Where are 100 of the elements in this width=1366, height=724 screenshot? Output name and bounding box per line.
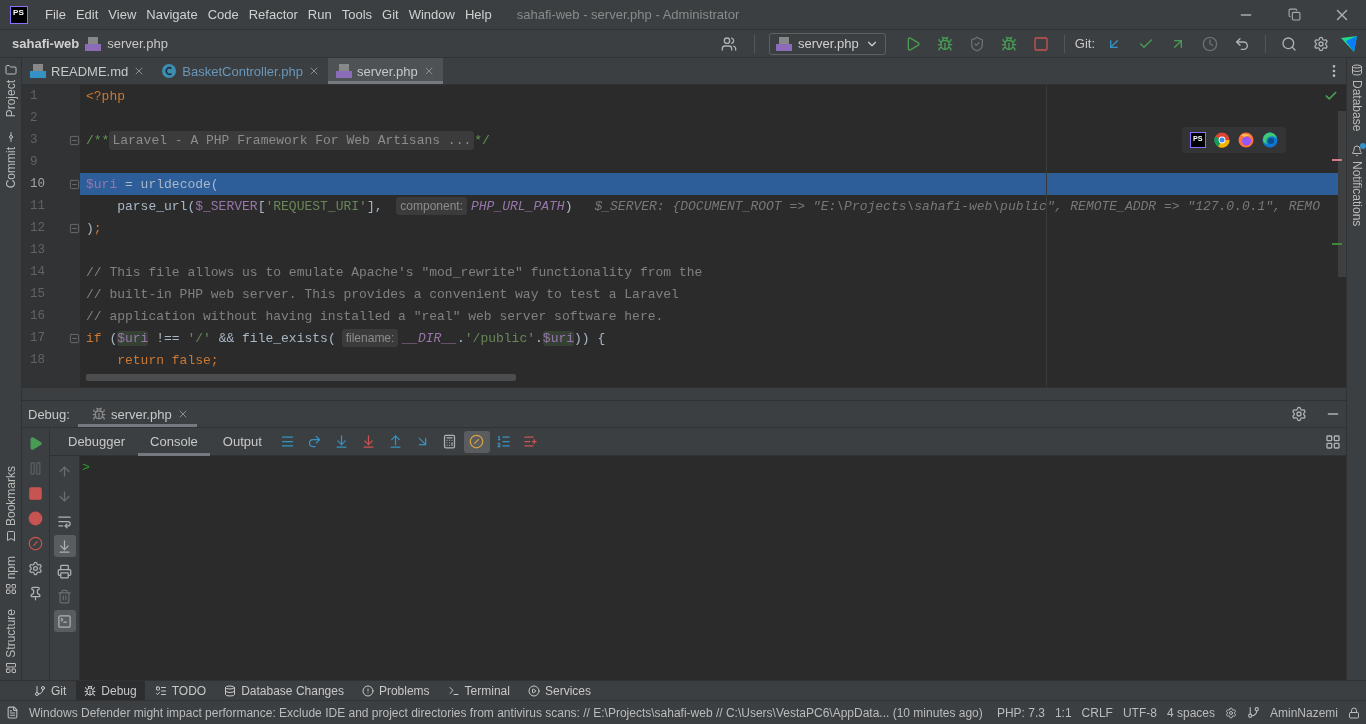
app-logo: PS [10, 5, 28, 24]
menu-item[interactable]: Run [302, 7, 337, 22]
fold-icon[interactable] [69, 332, 80, 344]
run-configuration-dropdown[interactable]: server.php [769, 32, 886, 55]
tool-window-icon[interactable] [4, 662, 17, 674]
tool-window-tab[interactable]: Database Changes [216, 680, 352, 701]
stop-icon[interactable] [28, 485, 43, 501]
tool-window-icon[interactable] [4, 529, 17, 542]
debug-session-tab[interactable]: server.php [77, 401, 197, 427]
tool-window-button[interactable]: Structure [3, 609, 18, 658]
fold-icon[interactable] [69, 178, 80, 190]
panel-tab[interactable]: Console [138, 427, 210, 456]
listen-debug-icon[interactable] [1000, 35, 1017, 52]
tool-window-button[interactable]: Project [3, 80, 18, 118]
editor-tab[interactable]: server.php [328, 58, 443, 84]
tool-window-tab[interactable]: Problems [353, 680, 438, 701]
numbered-list-icon[interactable] [496, 434, 512, 449]
tool-window-button[interactable]: npm [3, 555, 18, 580]
search-icon[interactable] [1281, 35, 1297, 52]
tool-window-icon[interactable] [1350, 64, 1363, 76]
tool-window-icon[interactable] [1350, 145, 1363, 158]
tool-window-tab[interactable]: Git [26, 680, 75, 701]
browser-icon[interactable] [1262, 132, 1278, 148]
menu-item[interactable]: Help [459, 7, 497, 22]
menu-item[interactable]: Tools [336, 7, 378, 22]
breadcrumb-item[interactable]: server.php [107, 36, 168, 51]
tool-window-tab[interactable]: Services [519, 680, 599, 701]
browser-icon[interactable] [1238, 132, 1254, 148]
menu-item[interactable]: Edit [70, 7, 104, 22]
resume-icon[interactable] [28, 435, 43, 451]
fold-icon[interactable] [69, 222, 80, 234]
terminal-icon[interactable] [57, 613, 72, 629]
git-branch-icon [34, 684, 46, 697]
calculator-icon[interactable] [442, 434, 458, 449]
scrollbar-thumb[interactable] [86, 374, 516, 381]
user-name[interactable]: AminNazemi [1270, 705, 1338, 720]
code-line: /** Laravel - A PHP Framework For Web Artisans ... */ [85, 129, 490, 151]
tool-window-tab[interactable]: Debug [76, 680, 145, 701]
code-line: return false; [116, 351, 219, 370]
code-line: if ($uri !== '/' && file_exists( filename: __DIR__.'/public'.$uri)) { [85, 328, 606, 349]
status-item[interactable]: UTF-8 [1122, 705, 1157, 720]
no-problems-icon[interactable] [1324, 89, 1338, 103]
browser-icon[interactable] [1214, 132, 1230, 148]
pin-icon[interactable] [28, 585, 43, 601]
menu-item[interactable]: Window [403, 7, 460, 22]
editor-tab[interactable]: README.md [22, 58, 154, 84]
history-icon[interactable] [1202, 35, 1218, 52]
step-over-icon[interactable] [307, 434, 323, 449]
menu-icon[interactable] [280, 434, 296, 449]
tool-window-tab[interactable]: Terminal [439, 680, 518, 701]
debug-icon[interactable] [936, 35, 953, 52]
notification-icon[interactable] [6, 706, 19, 719]
tool-window-button[interactable]: Notifications [1349, 161, 1364, 227]
fold-icon[interactable] [69, 134, 80, 146]
soft-wrap-icon[interactable] [57, 513, 72, 529]
tool-window-icon[interactable] [4, 64, 17, 76]
class-filter-icon[interactable] [469, 434, 485, 449]
coverage-icon[interactable] [968, 35, 985, 52]
status-item[interactable]: PHP: 7.3 [996, 705, 1045, 720]
panel-tab[interactable]: Debugger [56, 427, 138, 456]
add-watch-icon[interactable] [523, 434, 539, 449]
tool-window-button[interactable]: Commit [3, 147, 18, 189]
tool-window-icon[interactable] [4, 583, 17, 596]
panel-tab[interactable]: Output [210, 427, 274, 456]
restore-icon[interactable] [1287, 8, 1301, 21]
git-branch-icon[interactable] [1247, 706, 1260, 719]
stop-icon[interactable] [1032, 35, 1049, 52]
rollback-icon[interactable] [1234, 35, 1250, 52]
print-icon[interactable] [57, 563, 72, 579]
status-item[interactable]: 4 spaces [1166, 705, 1215, 720]
tool-window-button[interactable]: Database [1349, 80, 1364, 132]
close-icon[interactable] [308, 65, 320, 77]
settings-icon[interactable] [28, 560, 43, 576]
status-item[interactable]: 1:1 [1054, 705, 1072, 720]
menu-item[interactable]: Refactor [243, 7, 303, 22]
settings-icon[interactable] [1291, 406, 1307, 422]
lock-icon[interactable] [1348, 706, 1360, 719]
tool-window-tab[interactable]: TODO [146, 680, 215, 701]
indent-settings-icon[interactable] [1225, 706, 1237, 719]
php-file-icon [336, 64, 352, 78]
services-icon [527, 684, 540, 697]
status-item[interactable]: CRLF [1081, 705, 1113, 720]
menu-item[interactable]: View [103, 7, 142, 22]
menu-item[interactable]: File [40, 7, 71, 22]
status-message[interactable]: Windows Defender might impact performance: Exclude IDE and project directories from antivirus scans: // E:\Projects\sahafi-web // C:\Users\VestaPC6\AppData... (10 minutes ago) [29, 705, 987, 720]
user-icon[interactable] [721, 35, 738, 52]
panel-title: Debug: [28, 406, 70, 422]
breadcrumb-item[interactable]: sahafi-web [12, 36, 80, 51]
breakpoints-icon[interactable] [28, 510, 43, 526]
menu-item[interactable]: Navigate [141, 7, 203, 22]
scrollbar-thumb[interactable] [1338, 111, 1346, 277]
editor-tab[interactable]: BasketController.php [153, 58, 328, 84]
tool-window-button[interactable]: Bookmarks [3, 465, 18, 526]
scroll-to-end-icon[interactable] [57, 538, 72, 554]
settings-icon[interactable] [1313, 35, 1329, 52]
menu-item[interactable]: Code [202, 7, 244, 22]
mute-breakpoints-icon[interactable] [28, 535, 43, 551]
menu-item[interactable]: Git [377, 7, 404, 22]
layout-icon[interactable] [1325, 433, 1341, 450]
update-logo-icon[interactable] [1340, 34, 1358, 53]
